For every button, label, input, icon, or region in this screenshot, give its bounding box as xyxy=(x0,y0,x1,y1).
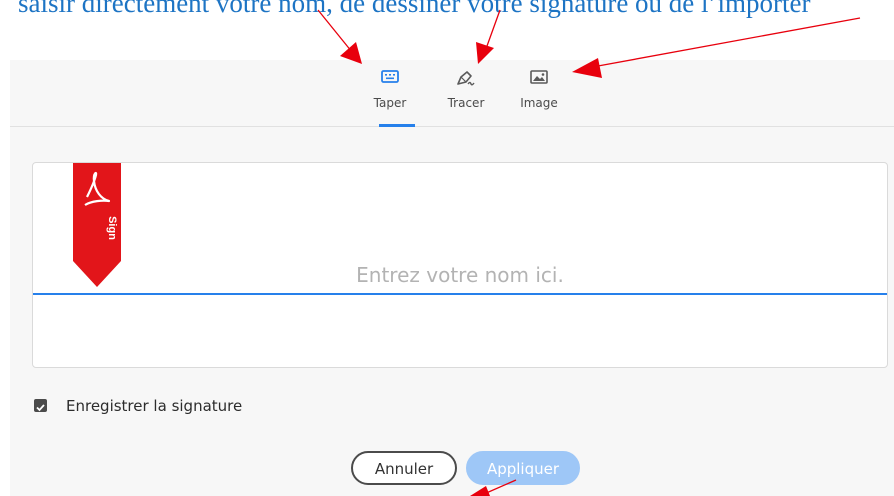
cancel-button[interactable]: Annuler xyxy=(351,451,457,485)
pen-draw-icon xyxy=(436,68,496,94)
tab-tracer[interactable]: Tracer xyxy=(436,66,496,124)
ribbon-label: Sign xyxy=(106,216,118,240)
tab-label: Taper xyxy=(373,96,407,110)
checkmark-icon xyxy=(36,404,45,412)
apply-button[interactable]: Appliquer xyxy=(466,451,580,485)
signature-dialog: Taper Tracer Image Sign Entrez votre nom… xyxy=(10,60,894,496)
name-input[interactable] xyxy=(33,257,887,295)
keyboard-icon xyxy=(360,68,420,94)
signature-mode-tabs: Taper Tracer Image xyxy=(10,60,894,127)
active-tab-indicator xyxy=(379,124,415,127)
tab-label: Tracer xyxy=(447,96,485,110)
save-signature-checkbox[interactable] xyxy=(34,399,47,412)
signature-area[interactable]: Sign xyxy=(32,162,888,368)
tab-taper[interactable]: Taper xyxy=(360,66,420,127)
image-icon xyxy=(509,68,569,94)
annotation-caption: saisir directement votre nom, de dessine… xyxy=(18,0,811,18)
tab-image[interactable]: Image xyxy=(509,66,569,124)
save-signature-label: Enregistrer la signature xyxy=(66,397,243,415)
tab-label: Image xyxy=(520,96,558,110)
